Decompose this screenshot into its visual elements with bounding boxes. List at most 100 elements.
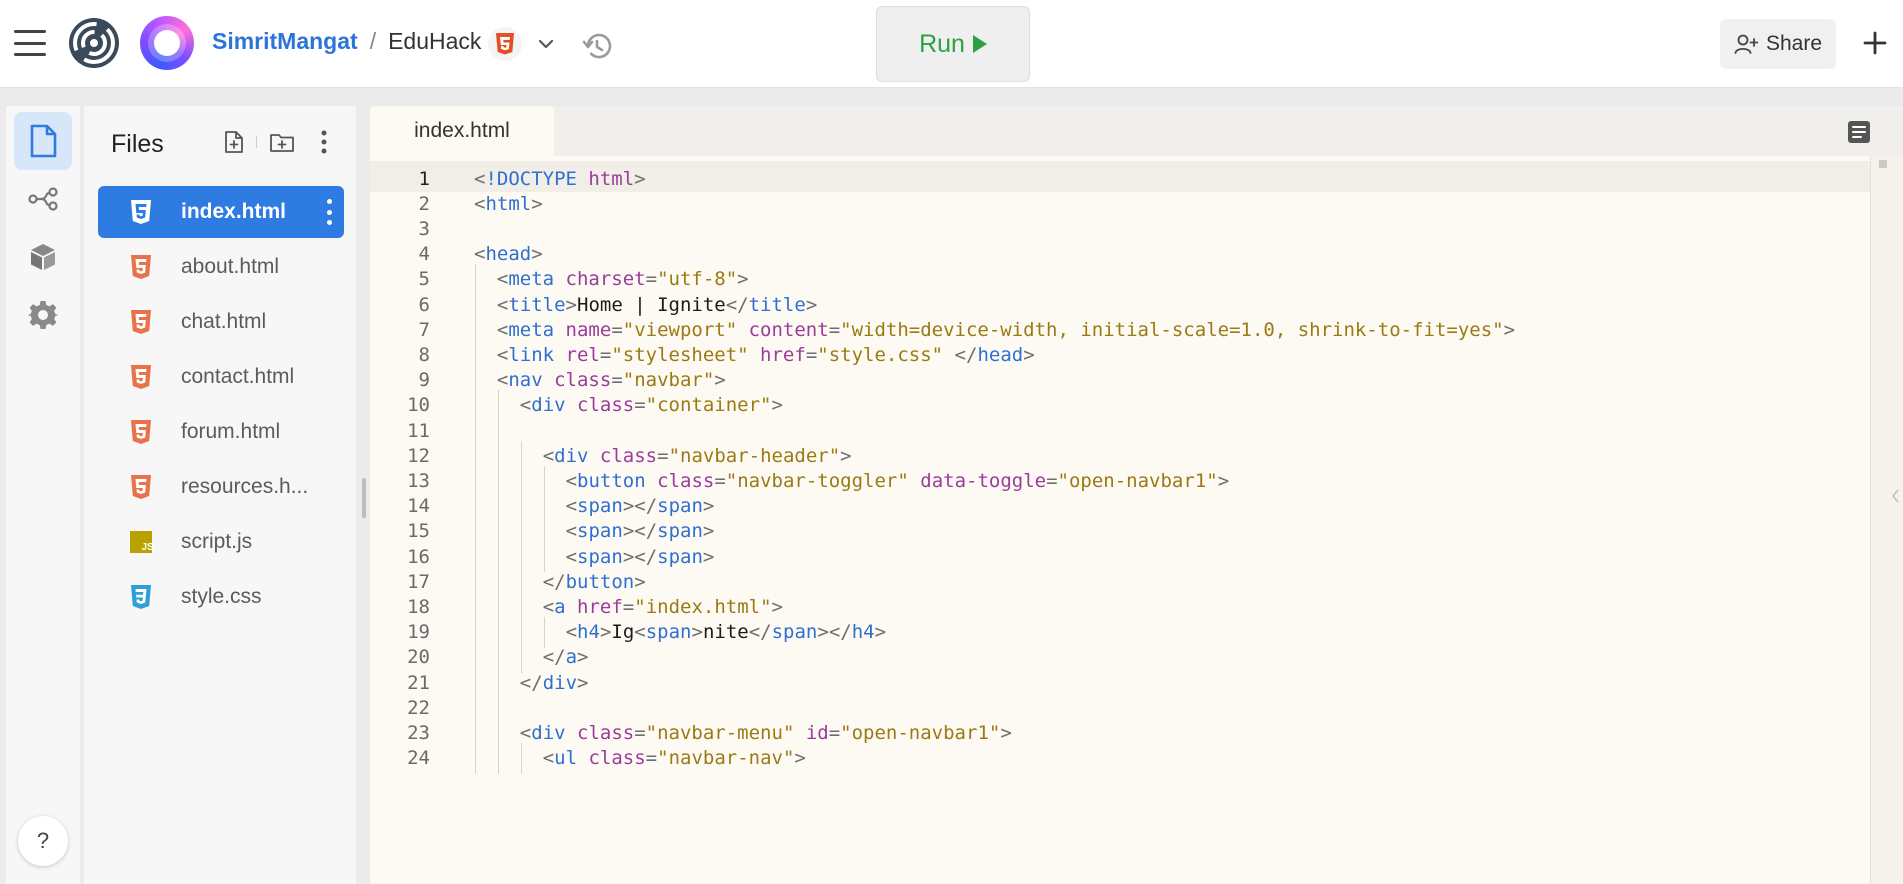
html-file-icon [126, 472, 156, 502]
code-token: < [496, 369, 509, 392]
code-token: data-toggle [920, 469, 1047, 492]
file-more-icon[interactable] [326, 199, 332, 225]
add-user-icon [1734, 34, 1758, 54]
file-item-resources-h[interactable]: resources.h... [98, 461, 344, 513]
code-token: "open-navbar1" [1057, 469, 1218, 492]
packages-icon [31, 244, 55, 270]
code-token: < [474, 167, 486, 190]
html-file-icon [126, 362, 156, 392]
more-vertical-icon [321, 130, 327, 154]
new-file-button[interactable] [220, 128, 248, 156]
code-token: < [496, 268, 509, 291]
code-token: id [805, 721, 829, 744]
help-button[interactable]: ? [18, 816, 68, 866]
code-token: </ [542, 570, 566, 593]
code-token: ></ [817, 621, 852, 644]
code-token: "navbar-menu" [645, 721, 806, 744]
code-token: > [599, 621, 612, 644]
code-token: "navbar-toggler" [725, 469, 921, 492]
code-token: head [485, 243, 532, 266]
code-token: < [634, 621, 646, 644]
indent-guide [520, 743, 522, 774]
code-token: < [542, 747, 555, 770]
code-token: > [1503, 318, 1516, 341]
rail-git-button[interactable] [14, 170, 72, 228]
code-token: !DOCTYPE [485, 167, 589, 190]
scrollbar-thumb[interactable] [1879, 160, 1887, 168]
code-token: > [634, 167, 646, 190]
code-token: "viewport" [622, 318, 749, 341]
code-token: div [531, 721, 578, 744]
share-button[interactable]: Share [1720, 19, 1836, 69]
file-item-label: chat.html [181, 310, 267, 333]
panel-resize-handle[interactable] [362, 478, 366, 518]
html5-language-icon[interactable] [488, 27, 522, 61]
rail-packages-button[interactable] [14, 228, 72, 286]
file-item-index-html[interactable]: index.html [98, 186, 344, 238]
user-avatar[interactable] [140, 16, 194, 70]
code-token: "width=device-width, initial-scale=1.0, … [840, 318, 1504, 341]
code-token: = [611, 318, 623, 341]
file-item-about-html[interactable]: about.html [98, 241, 344, 293]
code-token: Home | Ignite [577, 293, 726, 316]
code-token: span [657, 520, 703, 543]
file-item-script-js[interactable]: JS script.js [98, 516, 344, 568]
app-logo-icon[interactable] [68, 17, 120, 69]
file-item-contact-html[interactable]: contact.html [98, 351, 344, 403]
code-token: class [554, 369, 612, 392]
file-item-forum-html[interactable]: forum.html [98, 406, 344, 458]
rail-files-button[interactable] [14, 112, 72, 170]
code-token: = [645, 268, 658, 291]
code-token: a [554, 595, 578, 618]
new-folder-button[interactable] [268, 128, 296, 156]
file-item-label: index.html [181, 200, 287, 223]
editor-scrollbar[interactable] [1870, 156, 1903, 884]
files-more-button[interactable] [310, 128, 338, 156]
menu-icon[interactable] [14, 30, 46, 56]
file-item-chat-html[interactable]: chat.html [98, 296, 344, 348]
code-token: = [657, 444, 669, 467]
code-token: ul [554, 747, 589, 770]
code-token: = [714, 469, 726, 492]
code-token: > [531, 192, 543, 215]
run-button-label: Run [919, 29, 965, 58]
code-token: = [599, 343, 612, 366]
code-token: "style.css" [817, 343, 955, 366]
code-token: "navbar-nav" [657, 747, 795, 770]
code-token: > [794, 747, 806, 770]
code-token: Ig [611, 621, 635, 644]
code-token: title [508, 293, 566, 316]
breadcrumb-user-link[interactable]: SimritMangat [212, 28, 358, 55]
editor-tab-index-html[interactable]: index.html [370, 106, 554, 156]
code-token: content [748, 318, 829, 341]
history-icon[interactable] [581, 28, 617, 64]
code-token: "navbar-header" [668, 444, 841, 467]
code-area[interactable]: 1 <!DOCTYPE html> 2 <html> 3 4 <head> 5 <meta ch… [370, 156, 1870, 884]
rail-settings-button[interactable] [14, 286, 72, 344]
code-token: span [577, 520, 623, 543]
code-token: href [760, 343, 806, 366]
breadcrumb-project-name[interactable]: EduHack [388, 28, 481, 55]
code-token: = [1046, 469, 1058, 492]
file-item-label: forum.html [181, 420, 281, 443]
code-token: > [634, 570, 646, 593]
plus-icon[interactable] [1859, 27, 1891, 59]
code-token: "navbar" [622, 369, 715, 392]
chevron-left-icon[interactable] [1890, 486, 1900, 506]
code-token: meta [508, 318, 566, 341]
code-token: > [840, 444, 852, 467]
breadcrumb-separator: / [369, 28, 377, 54]
outline-icon[interactable] [1846, 119, 1872, 145]
code-token: nite [702, 621, 749, 644]
code-token: class [657, 469, 715, 492]
code-token: class [577, 721, 635, 744]
code-token: button [565, 570, 635, 593]
code-token: > [737, 268, 749, 291]
code-token: link [508, 343, 566, 366]
chevron-down-icon[interactable] [536, 34, 556, 54]
code-token: "stylesheet" [611, 343, 761, 366]
code-token: span [771, 621, 818, 644]
code-token: < [542, 444, 555, 467]
run-button[interactable]: Run [876, 6, 1030, 82]
file-item-style-css[interactable]: style.css [98, 571, 344, 623]
